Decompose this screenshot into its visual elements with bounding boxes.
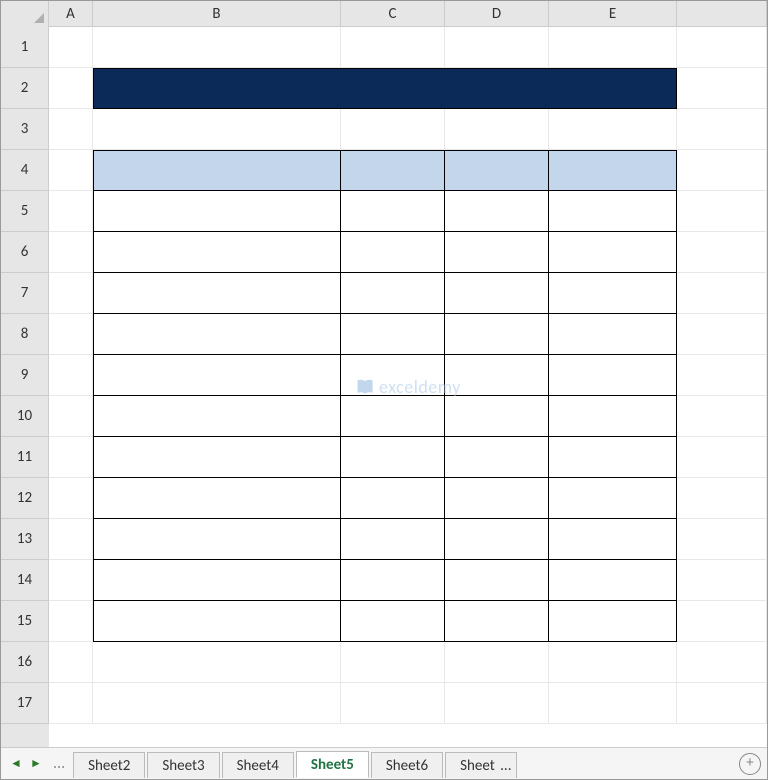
tab-nav-next[interactable]: ► <box>27 754 45 774</box>
tab-overflow-left[interactable]: ... <box>47 756 71 772</box>
row-header-11[interactable]: 11 <box>1 437 49 478</box>
table-row[interactable] <box>93 519 677 560</box>
row-header-6[interactable]: 6 <box>1 232 49 273</box>
sheet-tab[interactable]: Sheet6 <box>371 752 443 778</box>
table-row[interactable] <box>93 273 677 314</box>
sheet-tab-active[interactable]: Sheet5 <box>296 751 369 778</box>
table-header-cell[interactable] <box>445 150 549 191</box>
row-header-9[interactable]: 9 <box>1 355 49 396</box>
table-row[interactable] <box>93 396 677 437</box>
table-row[interactable] <box>93 355 677 396</box>
row-header-13[interactable]: 13 <box>1 519 49 560</box>
row-header-17[interactable]: 17 <box>1 683 49 724</box>
table-header-row[interactable] <box>93 150 677 191</box>
grid-area: 1 2 3 4 5 6 7 8 9 10 11 12 13 14 15 16 1… <box>1 27 767 747</box>
table-row[interactable] <box>93 478 677 519</box>
tab-overflow-right: ... <box>500 757 511 775</box>
plus-icon: + <box>746 756 753 771</box>
data-table <box>93 150 677 642</box>
title-banner-merged[interactable] <box>93 68 677 109</box>
column-header-rest <box>677 1 767 26</box>
table-row[interactable] <box>93 191 677 232</box>
chevron-right-icon: ► <box>30 756 42 771</box>
sheet-tab-label: Sheet <box>460 757 495 775</box>
sheet-tab[interactable]: Sheet4 <box>222 752 294 778</box>
row-header-1[interactable]: 1 <box>1 27 49 68</box>
table-header-cell[interactable] <box>93 150 341 191</box>
table-row[interactable] <box>93 437 677 478</box>
sheet-tab-bar: ◄ ► ... Sheet2 Sheet3 Sheet4 Sheet5 Shee… <box>1 747 767 779</box>
table-header-cell[interactable] <box>549 150 677 191</box>
chevron-left-icon: ◄ <box>10 756 22 771</box>
row-header-15[interactable]: 15 <box>1 601 49 642</box>
tab-nav-prev[interactable]: ◄ <box>7 754 25 774</box>
row-header-strip: 1 2 3 4 5 6 7 8 9 10 11 12 13 14 15 16 1… <box>1 27 49 747</box>
column-header-row: A B C D E <box>1 1 767 27</box>
row-header-12[interactable]: 12 <box>1 478 49 519</box>
spreadsheet-workbook: A B C D E 1 2 3 4 5 6 7 8 9 10 11 12 13 … <box>1 1 767 779</box>
column-header-B[interactable]: B <box>93 1 341 26</box>
row-header-16[interactable]: 16 <box>1 642 49 683</box>
add-sheet-button[interactable]: + <box>739 753 761 775</box>
select-all-corner[interactable] <box>1 1 49 27</box>
table-row[interactable] <box>93 314 677 355</box>
sheet-tab[interactable]: Sheet3 <box>147 752 219 778</box>
column-header-A[interactable]: A <box>49 1 93 26</box>
row-header-4[interactable]: 4 <box>1 150 49 191</box>
column-header-D[interactable]: D <box>445 1 549 26</box>
row-header-5[interactable]: 5 <box>1 191 49 232</box>
row-header-14[interactable]: 14 <box>1 560 49 601</box>
cell-grid[interactable]: exceldemy <box>49 27 767 747</box>
table-row[interactable] <box>93 232 677 273</box>
row-header-8[interactable]: 8 <box>1 314 49 355</box>
row-header-7[interactable]: 7 <box>1 273 49 314</box>
row-header-3[interactable]: 3 <box>1 109 49 150</box>
table-row[interactable] <box>93 601 677 642</box>
sheet-tab[interactable]: Sheet ... <box>445 752 516 778</box>
table-header-cell[interactable] <box>341 150 445 191</box>
column-header-E[interactable]: E <box>549 1 677 26</box>
row-header-10[interactable]: 10 <box>1 396 49 437</box>
column-header-C[interactable]: C <box>341 1 445 26</box>
sheet-tab[interactable]: Sheet2 <box>73 752 145 778</box>
row-header-2[interactable]: 2 <box>1 68 49 109</box>
table-row[interactable] <box>93 560 677 601</box>
